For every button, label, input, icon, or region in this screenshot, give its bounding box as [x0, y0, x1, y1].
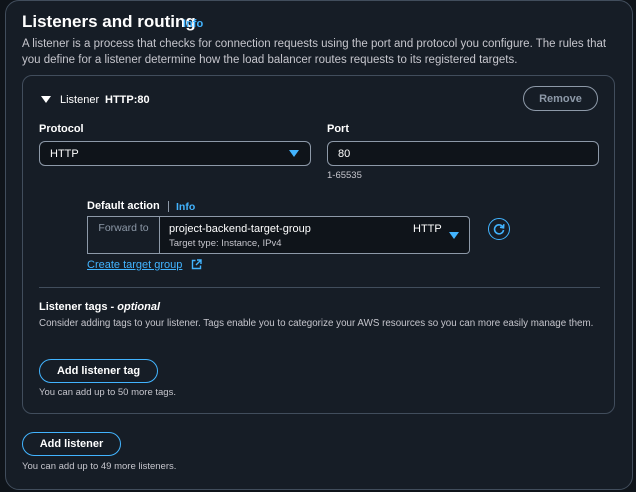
- section-description: A listener is a process that checks for …: [22, 38, 607, 66]
- protocol-value: HTTP: [50, 147, 79, 160]
- label-divider: [168, 201, 169, 212]
- external-link-icon: [191, 259, 202, 270]
- listener-name: HTTP:80: [105, 94, 150, 106]
- listeners-limit-hint: You can add up to 49 more listeners.: [22, 461, 177, 472]
- section-title: Listeners and routing: [22, 12, 196, 31]
- caret-down-icon: [41, 96, 51, 103]
- listener-expand-toggle[interactable]: [41, 96, 51, 104]
- add-listener-button[interactable]: Add listener: [22, 432, 121, 456]
- port-input[interactable]: 80: [327, 141, 599, 166]
- listener-tags-title: Listener tags - optional: [39, 301, 160, 313]
- default-action-info-link[interactable]: Info: [176, 201, 195, 213]
- add-listener-tag-button[interactable]: Add listener tag: [39, 359, 158, 383]
- tags-title-text: Listener tags: [39, 301, 108, 313]
- forward-to-label: Forward to: [98, 222, 149, 234]
- port-value: 80: [338, 147, 351, 160]
- listener-label: Listener: [60, 94, 100, 106]
- tags-title-dash: -: [107, 301, 118, 313]
- target-group-protocol: HTTP: [413, 223, 442, 235]
- chevron-down-icon: [449, 232, 459, 239]
- section-info-link[interactable]: Info: [183, 18, 203, 30]
- default-action-label: Default action: [87, 200, 160, 212]
- port-label: Port: [327, 123, 349, 135]
- create-target-group-label: Create target group: [87, 259, 183, 271]
- protocol-label: Protocol: [39, 123, 84, 135]
- forward-to-prefix: Forward to: [87, 216, 159, 254]
- protocol-select[interactable]: HTTP: [39, 141, 311, 166]
- create-target-group-link[interactable]: Create target group: [87, 259, 182, 271]
- target-group-details: Target type: Instance, IPv4: [169, 238, 282, 249]
- refresh-button[interactable]: [488, 218, 510, 240]
- chevron-down-icon: [289, 150, 299, 157]
- port-hint: 1-65535: [327, 170, 362, 181]
- section-divider: [39, 287, 600, 288]
- refresh-icon: [493, 224, 505, 235]
- tags-optional-text: optional: [117, 301, 161, 313]
- remove-listener-button[interactable]: Remove: [523, 86, 598, 111]
- target-group-name: project-backend-target-group: [169, 223, 311, 235]
- listener-tags-description: Consider adding tags to your listener. T…: [39, 318, 594, 329]
- tags-limit-hint: You can add up to 50 more tags.: [39, 387, 176, 398]
